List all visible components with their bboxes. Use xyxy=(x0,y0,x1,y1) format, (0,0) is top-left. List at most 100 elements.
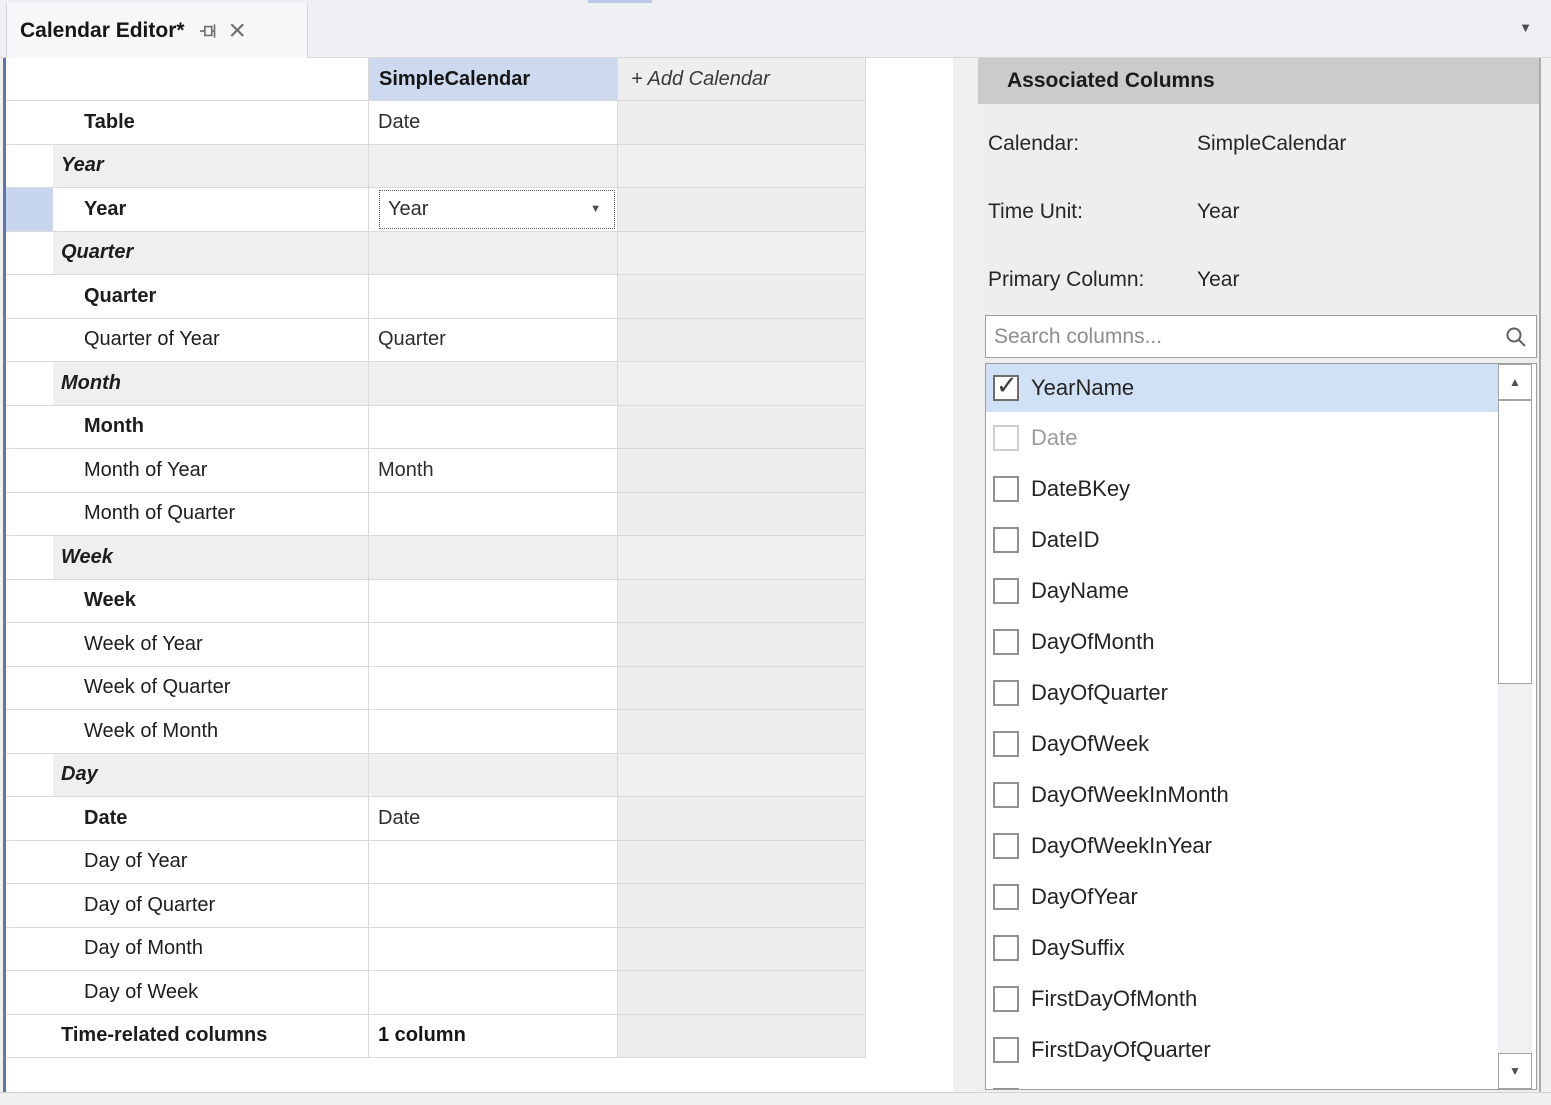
add-calendar-cell[interactable] xyxy=(617,188,866,232)
add-calendar-cell[interactable] xyxy=(617,841,866,885)
pin-icon[interactable] xyxy=(198,20,220,42)
add-calendar-cell[interactable] xyxy=(617,971,866,1015)
column-item[interactable]: DateBKey xyxy=(986,463,1498,514)
add-calendar-cell[interactable] xyxy=(617,623,866,667)
grid-group-quarter[interactable]: Quarter xyxy=(6,232,867,276)
grid-row-day-of-month[interactable]: Day of Month xyxy=(6,928,867,972)
row-value-cell[interactable]: Month xyxy=(368,449,617,493)
grid-group-year[interactable]: Year xyxy=(6,145,867,189)
calendar-column-header[interactable]: SimpleCalendar xyxy=(368,58,617,101)
add-calendar-cell[interactable] xyxy=(617,928,866,972)
add-calendar-cell[interactable] xyxy=(617,101,866,145)
scrollbar-up-button[interactable]: ▲ xyxy=(1498,364,1532,400)
row-value-cell[interactable]: Date xyxy=(368,101,617,145)
row-value-cell[interactable] xyxy=(368,667,617,711)
column-name: FirstDayOfWeek xyxy=(1031,1088,1192,1091)
add-calendar-cell[interactable] xyxy=(617,319,866,363)
grid-row-month-of-year[interactable]: Month of Year Month xyxy=(6,449,867,493)
row-header-cell xyxy=(6,145,53,189)
add-calendar-button[interactable]: + Add Calendar xyxy=(617,58,866,101)
checkbox[interactable] xyxy=(993,986,1019,1012)
column-item[interactable]: DayOfWeekInMonth xyxy=(986,769,1498,820)
add-calendar-cell[interactable] xyxy=(617,710,866,754)
scrollbar-down-button[interactable]: ▼ xyxy=(1498,1053,1532,1089)
row-value-cell[interactable] xyxy=(368,493,617,537)
checkbox[interactable] xyxy=(993,578,1019,604)
grid-group-month[interactable]: Month xyxy=(6,362,867,406)
column-item[interactable]: DayOfWeek xyxy=(986,718,1498,769)
column-item[interactable]: DayOfWeekInYear xyxy=(986,820,1498,871)
checkbox-checked[interactable]: ✓ xyxy=(993,375,1019,401)
grid-row-day-of-week[interactable]: Day of Week xyxy=(6,971,867,1015)
add-calendar-cell[interactable] xyxy=(617,406,866,450)
column-item[interactable]: DaySuffix xyxy=(986,922,1498,973)
add-calendar-cell[interactable] xyxy=(617,667,866,711)
row-value-cell[interactable]: Quarter xyxy=(368,319,617,363)
grid-group-day[interactable]: Day xyxy=(6,754,867,798)
add-calendar-cell[interactable] xyxy=(617,449,866,493)
row-value-cell[interactable] xyxy=(368,710,617,754)
row-value-cell[interactable] xyxy=(368,406,617,450)
checkbox[interactable] xyxy=(993,629,1019,655)
row-value-cell[interactable] xyxy=(368,841,617,885)
row-header-cell-selected[interactable] xyxy=(6,188,53,232)
grid-row-year[interactable]: Year Year ▼ xyxy=(6,188,867,232)
grid-row-week[interactable]: Week xyxy=(6,580,867,624)
group-label: Year xyxy=(53,145,368,189)
grid-row-week-of-month[interactable]: Week of Month xyxy=(6,710,867,754)
search-input[interactable] xyxy=(986,316,1491,357)
dropdown-arrow-icon[interactable]: ▼ xyxy=(590,203,601,215)
checkbox[interactable] xyxy=(993,680,1019,706)
tab-calendar-editor[interactable]: Calendar Editor* × xyxy=(6,3,308,58)
grid-row-quarter[interactable]: Quarter xyxy=(6,275,867,319)
column-name: DayOfWeek xyxy=(1031,731,1149,757)
grid-row-month-of-quarter[interactable]: Month of Quarter xyxy=(6,493,867,537)
add-calendar-cell[interactable] xyxy=(617,493,866,537)
column-item[interactable]: DayOfYear xyxy=(986,871,1498,922)
row-value-cell[interactable] xyxy=(368,275,617,319)
grid-row-month[interactable]: Month xyxy=(6,406,867,450)
row-value-cell[interactable] xyxy=(368,580,617,624)
grid-row-date[interactable]: Date Date xyxy=(6,797,867,841)
grid-group-week[interactable]: Week xyxy=(6,536,867,580)
checkbox[interactable] xyxy=(993,935,1019,961)
add-calendar-cell[interactable] xyxy=(617,797,866,841)
column-item[interactable]: DateID xyxy=(986,514,1498,565)
grid-row-week-of-year[interactable]: Week of Year xyxy=(6,623,867,667)
checkbox[interactable] xyxy=(993,527,1019,553)
close-icon[interactable]: × xyxy=(229,19,247,43)
checkbox[interactable] xyxy=(993,731,1019,757)
grid-row-table[interactable]: Table Date xyxy=(6,101,867,145)
column-item[interactable]: FirstDayOfQuarter xyxy=(986,1024,1498,1075)
grid-row-day-of-quarter[interactable]: Day of Quarter xyxy=(6,884,867,928)
row-value-cell[interactable] xyxy=(368,884,617,928)
year-dropdown[interactable]: Year ▼ xyxy=(379,190,615,229)
grid-row-week-of-quarter[interactable]: Week of Quarter xyxy=(6,667,867,711)
checkbox[interactable] xyxy=(993,884,1019,910)
add-calendar-cell[interactable] xyxy=(617,275,866,319)
row-value-cell[interactable]: Date xyxy=(368,797,617,841)
add-calendar-cell[interactable] xyxy=(617,884,866,928)
row-value-cell[interactable] xyxy=(368,623,617,667)
checkbox[interactable] xyxy=(993,833,1019,859)
add-calendar-cell[interactable] xyxy=(617,580,866,624)
scrollbar-thumb[interactable] xyxy=(1498,400,1532,684)
checkbox[interactable] xyxy=(993,476,1019,502)
grid-row-quarter-of-year[interactable]: Quarter of Year Quarter xyxy=(6,319,867,363)
checkbox[interactable] xyxy=(993,1037,1019,1063)
column-item-clipped[interactable]: FirstDayOfWeek xyxy=(986,1075,1498,1090)
column-item[interactable]: DayName xyxy=(986,565,1498,616)
column-item[interactable]: ✓ YearName xyxy=(986,364,1498,412)
columns-scrollbar[interactable]: ▲ ▼ xyxy=(1498,364,1532,1089)
row-value-cell[interactable] xyxy=(368,928,617,972)
tab-list-chevron-icon[interactable]: ▼ xyxy=(1519,20,1532,35)
row-label: Day of Quarter xyxy=(53,884,368,928)
column-item[interactable]: DayOfQuarter xyxy=(986,667,1498,718)
grid-row-day-of-year[interactable]: Day of Year xyxy=(6,841,867,885)
checkbox[interactable] xyxy=(993,782,1019,808)
grid-row-time-related-columns[interactable]: Time-related columns 1 column xyxy=(6,1015,867,1059)
column-item[interactable]: FirstDayOfMonth xyxy=(986,973,1498,1024)
row-value-cell[interactable] xyxy=(368,971,617,1015)
column-item[interactable]: DayOfMonth xyxy=(986,616,1498,667)
checkbox[interactable] xyxy=(993,1088,1019,1091)
